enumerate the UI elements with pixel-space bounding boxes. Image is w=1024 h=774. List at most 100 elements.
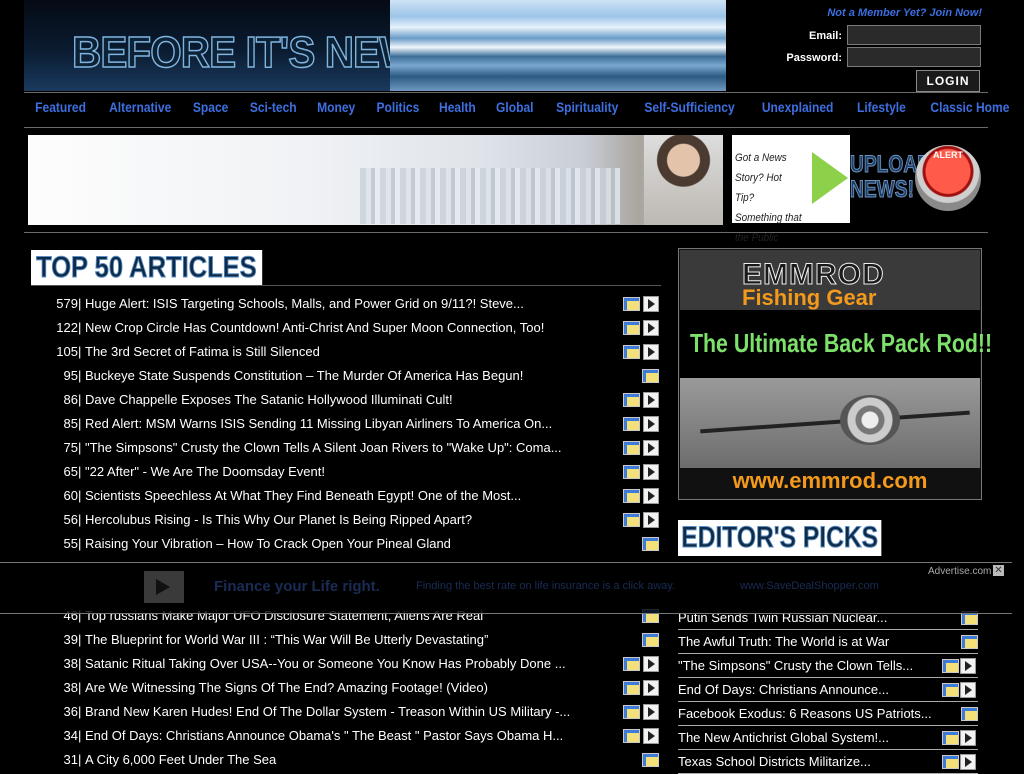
- pick-link[interactable]: End Of Days: Christians Announce...: [678, 679, 938, 701]
- article-link[interactable]: Satanic Ritual Taking Over USA--You or S…: [85, 653, 615, 675]
- news-icon[interactable]: [942, 731, 959, 745]
- news-icon[interactable]: [942, 755, 959, 769]
- emmrod-url[interactable]: www.emmrod.com: [680, 468, 980, 494]
- password-field[interactable]: [847, 47, 981, 67]
- article-link[interactable]: The 3rd Secret of Fatima is Still Silenc…: [85, 341, 615, 363]
- pick-link[interactable]: The New Antichrist Global System!...: [678, 727, 938, 749]
- play-video-icon[interactable]: [960, 682, 976, 698]
- play-video-icon[interactable]: [643, 464, 659, 480]
- article-row[interactable]: 122| New Crop Circle Has Countdown! Anti…: [40, 317, 662, 339]
- ad-text[interactable]: Finding the best rate on life insurance …: [416, 580, 675, 592]
- nav-item-space[interactable]: Space: [193, 99, 228, 115]
- news-icon[interactable]: [623, 657, 640, 671]
- play-video-icon[interactable]: [643, 392, 659, 408]
- pick-item[interactable]: "The Simpsons" Crusty the Clown Tells...: [678, 655, 978, 678]
- news-icon[interactable]: [623, 489, 640, 503]
- news-icon[interactable]: [623, 441, 640, 455]
- pick-item[interactable]: Facebook Exodus: 6 Reasons US Patriots..…: [678, 703, 978, 726]
- advertise-link[interactable]: Advertise.com: [928, 566, 991, 577]
- news-icon[interactable]: [623, 321, 640, 335]
- news-icon[interactable]: [623, 465, 640, 479]
- pick-item[interactable]: Texas School Districts Militarize...: [678, 751, 978, 774]
- nav-item-lifestyle[interactable]: Lifestyle: [857, 99, 906, 115]
- article-link[interactable]: Red Alert: MSM Warns ISIS Sending 11 Mis…: [85, 413, 615, 435]
- article-row[interactable]: 95| Buckeye State Suspends Constitution …: [40, 365, 662, 387]
- nav-item-politics[interactable]: Politics: [376, 99, 419, 115]
- article-link[interactable]: Raising Your Vibration – How To Crack Op…: [85, 533, 615, 555]
- news-icon[interactable]: [623, 705, 640, 719]
- play-video-icon[interactable]: [643, 680, 659, 696]
- nav-item-global[interactable]: Global: [496, 99, 533, 115]
- news-icon[interactable]: [623, 417, 640, 431]
- article-link[interactable]: The Blueprint for World War III : “This …: [85, 629, 615, 651]
- article-link[interactable]: "The Simpsons" Crusty the Clown Tells A …: [85, 437, 615, 459]
- upload-news-link[interactable]: UPLOAD NEWS!: [850, 152, 932, 203]
- news-icon[interactable]: [623, 681, 640, 695]
- news-icon[interactable]: [623, 297, 640, 311]
- ad-url[interactable]: www.SaveDealShopper.com: [740, 580, 879, 592]
- pick-link[interactable]: The Awful Truth: The World is at War: [678, 631, 938, 653]
- article-row[interactable]: 105| The 3rd Secret of Fatima is Still S…: [40, 341, 662, 363]
- article-row[interactable]: 60| Scientists Speechless At What They F…: [40, 485, 662, 507]
- news-icon[interactable]: [942, 683, 959, 697]
- article-row[interactable]: 86| Dave Chappelle Exposes The Satanic H…: [40, 389, 662, 411]
- nav-item-alternative[interactable]: Alternative: [109, 99, 171, 115]
- news-icon[interactable]: [623, 729, 640, 743]
- article-row[interactable]: 38| Satanic Ritual Taking Over USA--You …: [40, 653, 662, 675]
- article-link[interactable]: Huge Alert: ISIS Targeting Schools, Mall…: [85, 293, 615, 315]
- play-video-icon[interactable]: [960, 730, 976, 746]
- news-icon[interactable]: [623, 393, 640, 407]
- play-video-icon[interactable]: [643, 296, 659, 312]
- article-row[interactable]: 579| Huge Alert: ISIS Targeting Schools,…: [40, 293, 662, 315]
- nav-item-featured[interactable]: Featured: [35, 99, 86, 115]
- ad-headline[interactable]: Finance your Life right.: [214, 578, 380, 595]
- pick-link[interactable]: Texas School Districts Militarize...: [678, 751, 938, 773]
- play-video-icon[interactable]: [960, 658, 976, 674]
- nav-item-unexplained[interactable]: Unexplained: [762, 99, 834, 115]
- article-link[interactable]: New Crop Circle Has Countdown! Anti-Chri…: [85, 317, 615, 339]
- article-link[interactable]: Buckeye State Suspends Constitution – Th…: [85, 365, 615, 387]
- article-row[interactable]: 85| Red Alert: MSM Warns ISIS Sending 11…: [40, 413, 662, 435]
- article-row[interactable]: 75| "The Simpsons" Crusty the Clown Tell…: [40, 437, 662, 459]
- login-button[interactable]: LOGIN: [916, 70, 980, 92]
- nav-item-self-sufficiency[interactable]: Self-Sufficiency: [644, 99, 734, 115]
- play-video-icon[interactable]: [643, 656, 659, 672]
- pick-link[interactable]: "The Simpsons" Crusty the Clown Tells...: [678, 655, 938, 677]
- play-video-icon[interactable]: [643, 320, 659, 336]
- article-link[interactable]: End Of Days: Christians Announce Obama's…: [85, 725, 615, 747]
- play-video-icon[interactable]: [643, 440, 659, 456]
- article-row[interactable]: 55| Raising Your Vibration – How To Crac…: [40, 533, 662, 555]
- arrow-right-icon[interactable]: [144, 571, 184, 603]
- article-row[interactable]: 36| Brand New Karen Hudes! End Of The Do…: [40, 701, 662, 723]
- pick-item[interactable]: The New Antichrist Global System!...: [678, 727, 978, 750]
- play-video-icon[interactable]: [643, 344, 659, 360]
- pick-item[interactable]: The Awful Truth: The World is at War: [678, 631, 978, 654]
- article-row[interactable]: 38| Are We Witnessing The Signs Of The E…: [40, 677, 662, 699]
- article-row[interactable]: 39| The Blueprint for World War III : “T…: [40, 629, 662, 651]
- play-video-icon[interactable]: [643, 728, 659, 744]
- email-field[interactable]: [847, 25, 981, 45]
- article-link[interactable]: "22 After" - We Are The Doomsday Event!: [85, 461, 615, 483]
- article-row[interactable]: 56| Hercolubus Rising - Is This Why Our …: [40, 509, 662, 531]
- article-link[interactable]: Brand New Karen Hudes! End Of The Dollar…: [85, 701, 615, 723]
- article-row[interactable]: 65| "22 After" - We Are The Doomsday Eve…: [40, 461, 662, 483]
- join-now-link[interactable]: Not a Member Yet? Join Now!: [800, 7, 982, 19]
- play-video-icon[interactable]: [643, 704, 659, 720]
- news-icon[interactable]: [961, 707, 978, 721]
- article-link[interactable]: Scientists Speechless At What They Find …: [85, 485, 615, 507]
- news-icon[interactable]: [942, 659, 959, 673]
- close-icon[interactable]: ✕: [993, 565, 1004, 576]
- news-icon[interactable]: [642, 537, 659, 551]
- site-logo[interactable]: BEFORE IT'S NEWS: [71, 27, 444, 78]
- news-icon[interactable]: [961, 635, 978, 649]
- nav-item-health[interactable]: Health: [439, 99, 476, 115]
- nav-item-sci-tech[interactable]: Sci-tech: [250, 99, 297, 115]
- article-link[interactable]: Are We Witnessing The Signs Of The End? …: [85, 677, 615, 699]
- play-video-icon[interactable]: [643, 488, 659, 504]
- news-icon[interactable]: [623, 513, 640, 527]
- play-video-icon[interactable]: [643, 416, 659, 432]
- nav-item-spirituality[interactable]: Spirituality: [556, 99, 618, 115]
- pick-link[interactable]: Facebook Exodus: 6 Reasons US Patriots..…: [678, 703, 938, 725]
- nav-item-classic-home[interactable]: Classic Home: [931, 99, 1010, 115]
- news-icon[interactable]: [642, 369, 659, 383]
